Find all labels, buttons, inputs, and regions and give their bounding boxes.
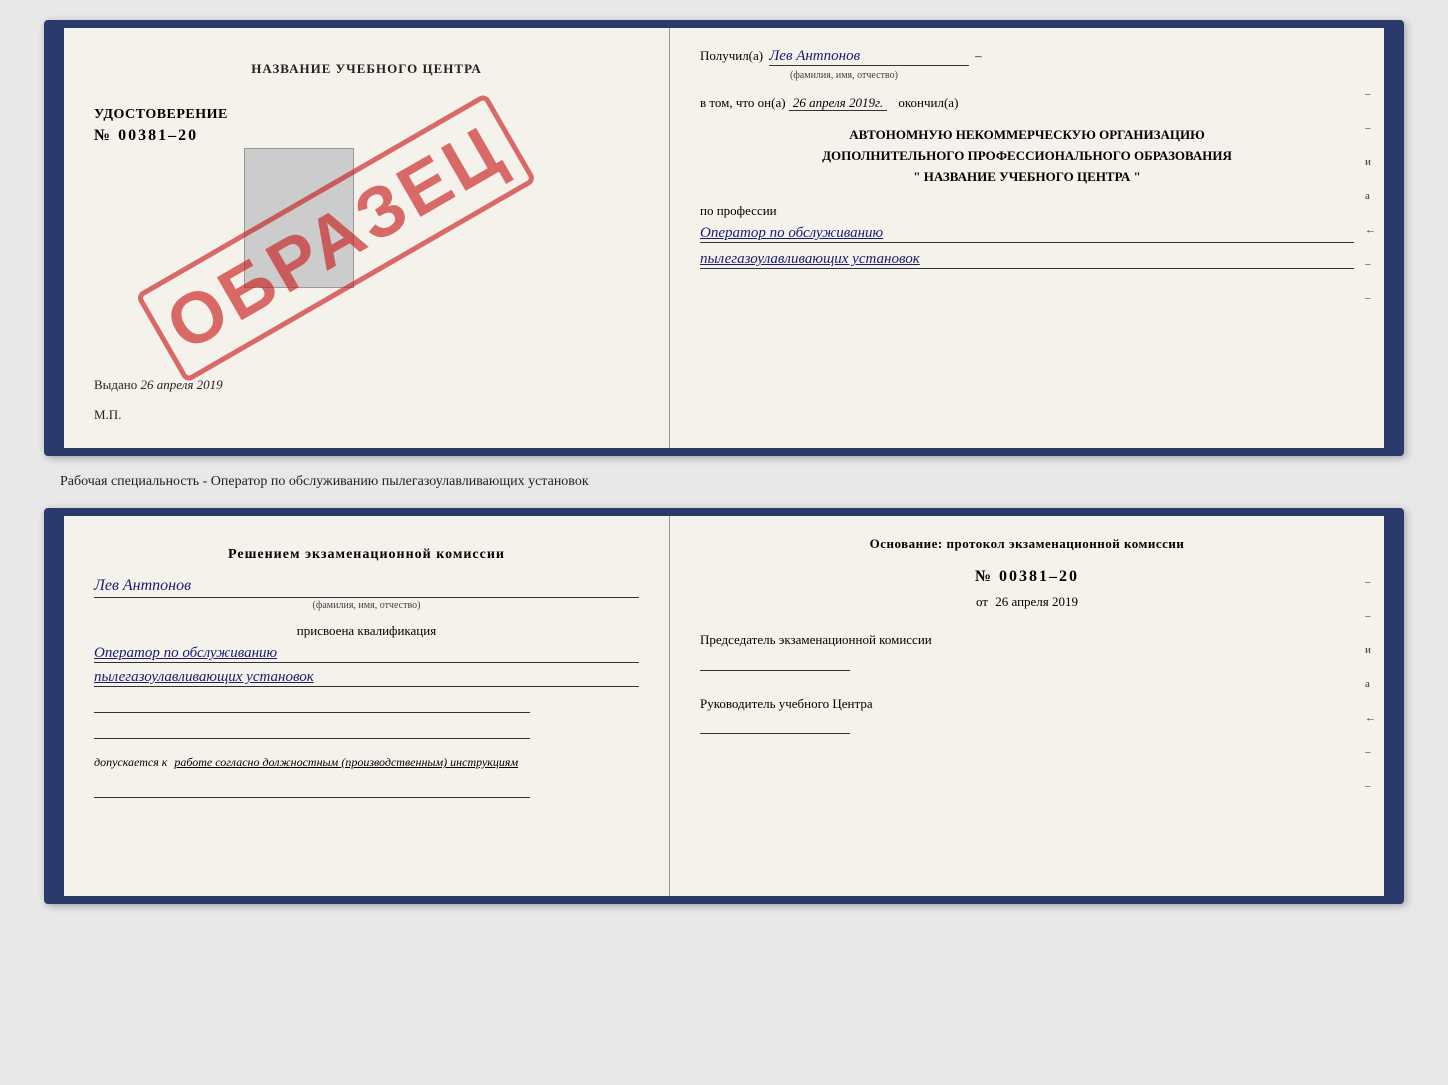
- dash1: –: [975, 48, 982, 64]
- org-line2: ДОПОЛНИТЕЛЬНОГО ПРОФЕССИОНАЛЬНОГО ОБРАЗО…: [700, 146, 1354, 167]
- mark-6: –: [1365, 258, 1376, 270]
- ot-prefix: от: [976, 594, 988, 609]
- recipient-line: Получил(а) Лев Антпонов –: [700, 48, 1354, 66]
- vtom-prefix: в том, что он(а): [700, 95, 786, 110]
- stamp-area: УДОСТОВЕРЕНИЕ № 00381–20: [94, 97, 639, 155]
- top-center-title: НАЗВАНИЕ УЧЕБНОГО ЦЕНТРА: [94, 61, 639, 77]
- spine-left: [52, 28, 64, 448]
- mark-4: а: [1365, 190, 1376, 202]
- spine-right: [1384, 28, 1396, 448]
- assigned-label: присвоена квалификация: [94, 623, 639, 639]
- okonchil: окончил(а): [898, 95, 958, 110]
- photo-placeholder: [244, 148, 354, 288]
- dopusk-prefix: допускается к: [94, 755, 167, 769]
- osnov-title: Основание: протокол экзаменационной коми…: [700, 536, 1354, 552]
- bottom-fio-sub: (фамилия, имя, отчество): [94, 597, 639, 611]
- org-line3: " НАЗВАНИЕ УЧЕБНОГО ЦЕНТРА ": [700, 167, 1354, 188]
- bottom-document: Решением экзаменационной комиссии Лев Ан…: [44, 508, 1404, 904]
- vydano-date: 26 апреля 2019: [141, 377, 223, 392]
- mark-2: –: [1365, 122, 1376, 134]
- rukovoditel-block: Руководитель учебного Центра: [700, 694, 1354, 742]
- signature-blank-1: [94, 693, 530, 713]
- fio-sub-top: (фамилия, имя, отчество): [790, 70, 1354, 81]
- org-block: АВТОНОМНУЮ НЕКОММЕРЧЕСКУЮ ОРГАНИЗАЦИЮ ДО…: [700, 125, 1354, 187]
- bmark-3: и: [1365, 644, 1376, 656]
- kvalif-line2: пылегазоулавливающих установок: [94, 669, 639, 687]
- po-professii: по профессии: [700, 203, 1354, 219]
- protocol-number: № 00381–20: [700, 568, 1354, 586]
- dopusk-text: работе согласно должностным (производств…: [174, 755, 518, 769]
- bmark-7: –: [1365, 780, 1376, 792]
- bottom-right-panel: Основание: протокол экзаменационной коми…: [670, 516, 1384, 896]
- bottom-spine-left: [52, 516, 64, 896]
- signature-blank-3: [94, 778, 530, 798]
- prof-line1: Оператор по обслуживанию: [700, 225, 1354, 243]
- ot-date: 26 апреля 2019: [995, 594, 1078, 609]
- mark-1: –: [1365, 88, 1376, 100]
- top-document: НАЗВАНИЕ УЧЕБНОГО ЦЕНТРА УДОСТОВЕРЕНИЕ №…: [44, 20, 1404, 456]
- top-left-panel: НАЗВАНИЕ УЧЕБНОГО ЦЕНТРА УДОСТОВЕРЕНИЕ №…: [64, 28, 670, 448]
- bmark-6: –: [1365, 746, 1376, 758]
- predsedatel-label: Председатель экзаменационной комиссии: [700, 630, 1354, 651]
- kvalif-line1: Оператор по обслуживанию: [94, 645, 639, 663]
- mark-7: –: [1365, 292, 1376, 304]
- bmark-5: ←: [1365, 712, 1376, 724]
- org-line1: АВТОНОМНУЮ НЕКОММЕРЧЕСКУЮ ОРГАНИЗАЦИЮ: [700, 125, 1354, 146]
- top-right-panel: Получил(а) Лев Антпонов – (фамилия, имя,…: [670, 28, 1384, 448]
- vtom-line: в том, что он(а) 26 апреля 2019г. окончи…: [700, 95, 1354, 111]
- udostoverenie-label: УДОСТОВЕРЕНИЕ: [94, 107, 228, 123]
- bmark-2: –: [1365, 610, 1376, 622]
- bmark-4: а: [1365, 678, 1376, 690]
- mark-3: и: [1365, 156, 1376, 168]
- prof-line2: пылегазоулавливающих установок: [700, 251, 1354, 269]
- bottom-left-panel: Решением экзаменационной комиссии Лев Ан…: [64, 516, 670, 896]
- vtom-date: 26 апреля 2019г.: [789, 95, 887, 111]
- udostoverenie-number: № 00381–20: [94, 127, 198, 145]
- bottom-spine-right: [1384, 516, 1396, 896]
- bottom-person-name: Лев Антпонов: [94, 577, 639, 595]
- vydano-prefix: Выдано: [94, 377, 137, 392]
- rukovoditel-label: Руководитель учебного Центра: [700, 694, 1354, 715]
- vydano-line: Выдано 26 апреля 2019: [94, 377, 223, 393]
- mp-label: М.П.: [94, 407, 121, 423]
- dopuskaetsya-line: допускается к работе согласно должностны…: [94, 755, 639, 770]
- poluchil-prefix: Получил(а): [700, 48, 763, 64]
- side-marks-bottom: – – и а ← – –: [1365, 576, 1376, 792]
- recipient-name: Лев Антпонов: [769, 48, 969, 66]
- commission-title: Решением экзаменационной комиссии: [94, 544, 639, 565]
- mark-5: ←: [1365, 224, 1376, 236]
- predsedatel-block: Председатель экзаменационной комиссии: [700, 630, 1354, 678]
- rukovoditel-signature: [700, 714, 850, 734]
- ot-date-block: от 26 апреля 2019: [700, 594, 1354, 610]
- predsedatel-signature: [700, 651, 850, 671]
- side-marks-top: – – и а ← – –: [1365, 88, 1376, 304]
- bmark-1: –: [1365, 576, 1376, 588]
- between-text: Рабочая специальность - Оператор по обсл…: [20, 474, 589, 490]
- signature-blank-2: [94, 719, 530, 739]
